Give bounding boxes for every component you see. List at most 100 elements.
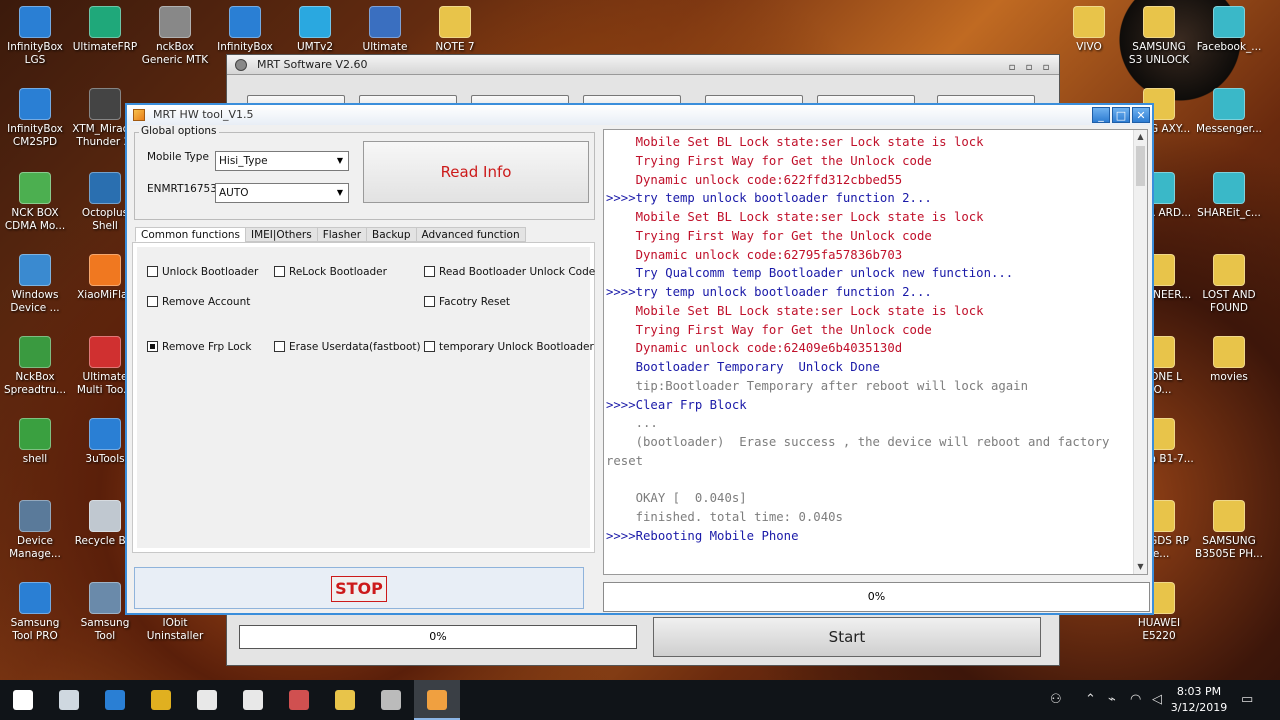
chevron-down-icon[interactable]: ▼ [332, 152, 348, 170]
desktop-icon[interactable]: NCK BOX CDMA Mo... [0, 172, 70, 233]
log-line: Bootloader Temporary Unlock Done [606, 360, 880, 374]
desktop-icon[interactable]: Samsung Tool PRO [0, 582, 70, 643]
app-shortcut-icon [299, 6, 331, 38]
app-shortcut-icon [89, 582, 121, 614]
taskbar-button[interactable] [414, 680, 460, 720]
tab-backup[interactable]: Backup [366, 227, 417, 242]
desktop-icon[interactable]: InfinityBox [210, 6, 280, 54]
checkbox-box[interactable] [147, 296, 158, 307]
scroll-down-icon[interactable]: ▼ [1134, 560, 1147, 574]
mobile-type-select[interactable]: Hisi_Type ▼ [215, 151, 349, 171]
tab-imei-others[interactable]: IMEI|Others [245, 227, 318, 242]
chevron-up-icon[interactable]: ⌃ [1085, 692, 1096, 707]
enmrt-select[interactable]: AUTO ▼ [215, 183, 349, 203]
desktop-icon[interactable]: Windows Device ... [0, 254, 70, 315]
checkbox-box[interactable] [424, 296, 435, 307]
desktop-icon[interactable]: SAMSUNG S3 UNLOCK [1124, 6, 1194, 67]
desktop-icon[interactable]: SHAREit_c... [1194, 172, 1264, 220]
desktop-icon[interactable]: NOTE 7 [420, 6, 490, 54]
taskbar-button[interactable] [138, 680, 184, 720]
start-button[interactable]: Start [653, 617, 1041, 657]
taskbar-button[interactable] [184, 680, 230, 720]
unlock-bootloader-label: Unlock Bootloader [162, 266, 259, 278]
desktop-icon[interactable]: Ultimate [350, 6, 420, 54]
hw-close-icon[interactable]: ✕ [1132, 107, 1150, 123]
unlock-bootloader-checkbox[interactable]: Unlock Bootloader [147, 266, 258, 279]
desktop-icon[interactable]: Device Manage... [0, 500, 70, 561]
checkbox-box-checked[interactable] [147, 341, 158, 352]
scroll-thumb[interactable] [1136, 146, 1145, 186]
taskbar-button[interactable] [46, 680, 92, 720]
factory-reset-label: Facotry Reset [439, 296, 511, 308]
desktop-icon-label: SAMSUNG S3 UNLOCK [1128, 41, 1190, 66]
desktop-icon[interactable]: LOST AND FOUND [1194, 254, 1264, 315]
desktop-icon[interactable]: VIVO [1054, 6, 1124, 54]
app-shortcut-icon [89, 418, 121, 450]
app-shortcut-icon [229, 6, 261, 38]
taskbar-button[interactable] [368, 680, 414, 720]
outlook-icon [105, 690, 125, 710]
app-shortcut-icon [1213, 336, 1245, 368]
desktop-icon-label: UMTv2 [296, 41, 334, 53]
desktop-icon[interactable]: nckBox Generic MTK [140, 6, 210, 67]
taskbar-button[interactable] [0, 680, 46, 720]
notifications-icon[interactable]: ▭ [1241, 692, 1253, 707]
tab-common-functions[interactable]: Common functions [135, 227, 246, 242]
read-info-button[interactable]: Read Info [363, 141, 589, 203]
global-options-legend: Global options [139, 125, 219, 137]
erase-userdata-checkbox[interactable]: Erase Userdata(fastboot) [274, 341, 421, 354]
checkbox-box[interactable] [424, 341, 435, 352]
app-shortcut-icon [19, 336, 51, 368]
hw-minimize-icon[interactable]: _ [1092, 107, 1110, 123]
desktop-icon[interactable]: InfinityBox CM2SPD [0, 88, 70, 149]
mrt-logo-icon [235, 59, 247, 71]
tab-flasher[interactable]: Flasher [316, 227, 368, 242]
mrt-restore-icon[interactable]: ▫ [1022, 61, 1036, 75]
desktop-icon[interactable]: SAMSUNG B3505E PH... [1194, 500, 1264, 561]
checkbox-box[interactable] [424, 266, 435, 277]
tab-advanced-function[interactable]: Advanced function [415, 227, 526, 242]
checkbox-box[interactable] [274, 341, 285, 352]
remove-account-checkbox[interactable]: Remove Account [147, 296, 250, 309]
taskbar-button[interactable] [276, 680, 322, 720]
desktop-icon[interactable]: shell [0, 418, 70, 466]
desktop-icon[interactable]: InfinityBox LGS [0, 6, 70, 67]
log-line: >>>>Clear Frp Block [606, 397, 747, 412]
app-shortcut-icon [1073, 6, 1105, 38]
desktop-icon[interactable]: movies [1194, 336, 1264, 384]
mrt-window-controls: ▫ ▫ ▫ [1002, 57, 1053, 77]
relock-bootloader-checkbox[interactable]: ReLock Bootloader [274, 266, 387, 279]
log-output[interactable]: Mobile Set BL Lock state:ser Lock state … [603, 129, 1148, 575]
checkbox-box[interactable] [274, 266, 285, 277]
app-shortcut-icon [89, 500, 121, 532]
read-bootloader-unlock-code-checkbox[interactable]: Read Bootloader Unlock Code [424, 266, 595, 279]
network-icon[interactable]: ⌁ [1108, 692, 1116, 707]
desktop-icon[interactable]: UltimateFRP [70, 6, 140, 54]
mrt-close-icon[interactable]: ▫ [1039, 61, 1053, 75]
volume-icon[interactable]: ◁ [1152, 692, 1162, 707]
remove-frp-lock-checkbox[interactable]: Remove Frp Lock [147, 341, 252, 354]
taskbar-button[interactable] [322, 680, 368, 720]
desktop-icon[interactable]: UMTv2 [280, 6, 350, 54]
app-shortcut-icon [1143, 6, 1175, 38]
mrt-minimize-icon[interactable]: ▫ [1005, 61, 1019, 75]
taskbar-button[interactable] [230, 680, 276, 720]
scroll-up-icon[interactable]: ▲ [1134, 130, 1147, 144]
mrt-hw-app-icon [133, 109, 145, 121]
chevron-down-icon[interactable]: ▼ [332, 184, 348, 202]
temporary-unlock-bootloader-checkbox[interactable]: temporary Unlock Bootloader [424, 341, 594, 354]
clock[interactable]: 8:03 PM 3/12/2019 [1164, 684, 1234, 716]
app-shortcut-icon [439, 6, 471, 38]
factory-reset-checkbox[interactable]: Facotry Reset [424, 296, 510, 309]
taskbar-button[interactable] [92, 680, 138, 720]
taskbar: ⚇ ⌃ ⌁ ◠ ◁ 8:03 PM 3/12/2019 ▭ [0, 680, 1280, 720]
desktop-icon[interactable]: Facebook_... [1194, 6, 1264, 54]
desktop-icon[interactable]: NckBox Spreadtru... [0, 336, 70, 397]
log-scrollbar[interactable]: ▲ ▼ [1133, 130, 1147, 574]
people-icon[interactable]: ⚇ [1050, 692, 1062, 707]
wifi-icon[interactable]: ◠ [1130, 692, 1141, 707]
desktop-icon[interactable]: Messenger... [1194, 88, 1264, 136]
checkbox-box[interactable] [147, 266, 158, 277]
hw-maximize-icon[interactable]: □ [1112, 107, 1130, 123]
stop-button[interactable]: STOP [331, 576, 387, 602]
